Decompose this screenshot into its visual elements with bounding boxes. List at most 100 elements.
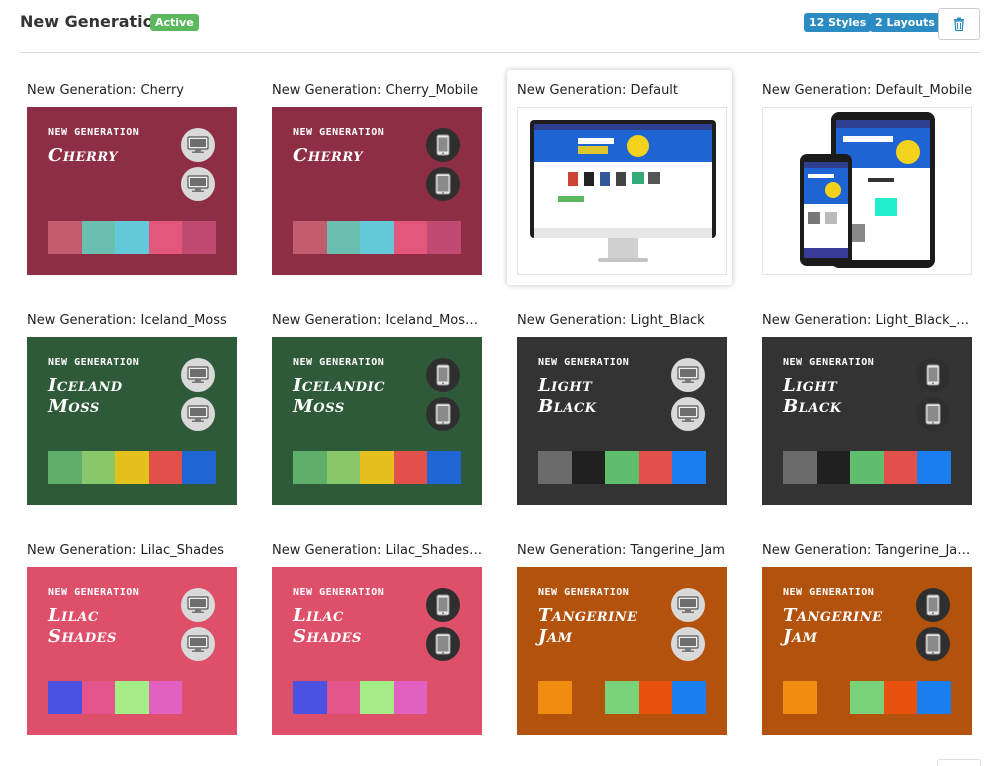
trash-icon: [954, 17, 964, 31]
style-card[interactable]: New Generation: Default_Mobile: [752, 70, 977, 285]
color-swatch-row: [538, 451, 706, 484]
brand-label: NEW GENERATION: [783, 587, 875, 598]
color-swatch: [48, 221, 82, 254]
color-swatch: [538, 451, 572, 484]
style-thumbnail[interactable]: NEW GENERATION Light Black: [762, 337, 972, 505]
style-card-caption: New Generation: Iceland_Moss: [27, 313, 227, 328]
style-thumbnail[interactable]: NEW GENERATION Tangerine Jam: [517, 567, 727, 735]
style-name-line2: Shades: [293, 626, 362, 647]
color-swatch: [48, 451, 82, 484]
device-badge: [426, 358, 460, 392]
style-card[interactable]: New Generation: Tangerine_Jam NEW GENERAT…: [507, 530, 732, 745]
brand-label: NEW GENERATION: [538, 357, 630, 368]
style-card[interactable]: New Generation: Lilac_Shades NEW GENERATI…: [17, 530, 242, 745]
color-swatch: [672, 681, 706, 714]
device-badge: [671, 588, 705, 622]
style-name-line2: Moss: [48, 396, 100, 417]
devices-preview-image: [800, 112, 935, 268]
style-thumbnail[interactable]: NEW GENERATION Tangerine Jam: [762, 567, 972, 735]
style-card-caption: New Generation: Light_Black: [517, 313, 705, 328]
color-swatch: [326, 681, 361, 714]
color-swatch-row: [48, 451, 216, 484]
style-name-line1: Cherry: [293, 145, 364, 166]
style-name: Light Black: [538, 375, 597, 417]
color-swatch: [115, 221, 149, 254]
style-card[interactable]: New Generation: Default: [507, 70, 732, 285]
tablet-icon: [925, 403, 941, 425]
device-badge: [426, 588, 460, 622]
style-name-line2: Black: [538, 396, 597, 417]
style-name-line1: Iceland: [48, 375, 123, 396]
color-swatch: [293, 451, 327, 484]
device-badge: [916, 588, 950, 622]
style-thumbnail[interactable]: NEW GENERATION Cherry: [27, 107, 237, 275]
desktop-icon: [187, 596, 209, 613]
style-name-line1: Lilac: [293, 605, 344, 626]
delete-button[interactable]: [938, 8, 980, 40]
device-badge: [916, 358, 950, 392]
color-swatch-row: [783, 681, 951, 714]
tablet-icon: [925, 633, 941, 655]
style-card-caption: New Generation: Lilac_Shades: [27, 543, 225, 558]
style-thumbnail[interactable]: NEW GENERATION Iceland Moss: [27, 337, 237, 505]
device-badge: [181, 358, 215, 392]
style-thumbnail[interactable]: [517, 107, 727, 275]
style-card[interactable]: New Generation: Light_Black NEW GENERATIO…: [507, 300, 732, 515]
color-swatch: [148, 221, 183, 254]
phone-icon: [926, 594, 940, 616]
color-swatch: [393, 681, 428, 714]
device-badge: [181, 397, 215, 431]
style-card[interactable]: New Generation: Light_Black_Mo… NEW GENER…: [752, 300, 977, 515]
color-swatch: [427, 221, 461, 254]
brand-label: NEW GENERATION: [48, 587, 140, 598]
style-card[interactable]: New Generation: Tangerine_Jam… NEW GENERA…: [752, 530, 977, 745]
style-card[interactable]: New Generation: Lilac_Shades_M… NEW GENER…: [262, 530, 487, 745]
style-thumbnail[interactable]: NEW GENERATION Cherry: [272, 107, 482, 275]
styles-count-badge[interactable]: 12 Styles: [804, 13, 872, 32]
color-swatch: [816, 451, 851, 484]
color-swatch: [850, 451, 884, 484]
theme-title: New Generation: [20, 12, 166, 31]
brand-label: NEW GENERATION: [783, 357, 875, 368]
style-card-caption: New Generation: Iceland_Moss_…: [272, 313, 484, 328]
device-badge: [426, 397, 460, 431]
color-swatch: [182, 451, 216, 484]
style-thumbnail[interactable]: NEW GENERATION Icelandic Moss: [272, 337, 482, 505]
laptop-icon: [187, 635, 209, 652]
color-swatch: [883, 451, 918, 484]
style-thumbnail[interactable]: NEW GENERATION Lilac Shades: [272, 567, 482, 735]
color-swatch: [81, 681, 116, 714]
color-swatch: [571, 681, 606, 714]
style-card[interactable]: New Generation: Cherry NEW GENERATION Cher…: [17, 70, 242, 285]
imac-preview-image: [530, 120, 716, 262]
style-name: Tangerine Jam: [538, 605, 638, 647]
color-swatch: [360, 681, 394, 714]
device-badge: [916, 397, 950, 431]
style-card[interactable]: New Generation: Cherry_Mobile NEW GENERAT…: [262, 70, 487, 285]
color-swatch-row: [293, 221, 461, 254]
style-card[interactable]: New Generation: Iceland_Moss_… NEW GENERA…: [262, 300, 487, 515]
style-card-caption: New Generation: Lilac_Shades_M…: [272, 543, 484, 558]
brand-label: NEW GENERATION: [48, 357, 140, 368]
layouts-count-badge[interactable]: 2 Layouts: [870, 13, 940, 32]
style-card[interactable]: New Generation: Iceland_Moss NEW GENERATI…: [17, 300, 242, 515]
laptop-icon: [677, 405, 699, 422]
style-name: Iceland Moss: [48, 375, 123, 417]
style-thumbnail[interactable]: NEW GENERATION Lilac Shades: [27, 567, 237, 735]
brand-label: NEW GENERATION: [293, 357, 385, 368]
color-swatch: [605, 451, 639, 484]
color-swatch: [148, 681, 183, 714]
color-swatch: [816, 681, 851, 714]
device-badge: [181, 588, 215, 622]
style-name-line2: Jam: [538, 626, 573, 647]
style-name-line2: Shades: [48, 626, 117, 647]
phone-icon: [436, 594, 450, 616]
style-name: Lilac Shades: [48, 605, 117, 647]
laptop-icon: [187, 175, 209, 192]
style-card-caption: New Generation: Default: [517, 83, 679, 98]
color-swatch: [883, 681, 918, 714]
style-thumbnail[interactable]: NEW GENERATION Light Black: [517, 337, 727, 505]
device-badge: [671, 627, 705, 661]
color-swatch: [81, 451, 116, 484]
style-thumbnail[interactable]: [762, 107, 972, 275]
